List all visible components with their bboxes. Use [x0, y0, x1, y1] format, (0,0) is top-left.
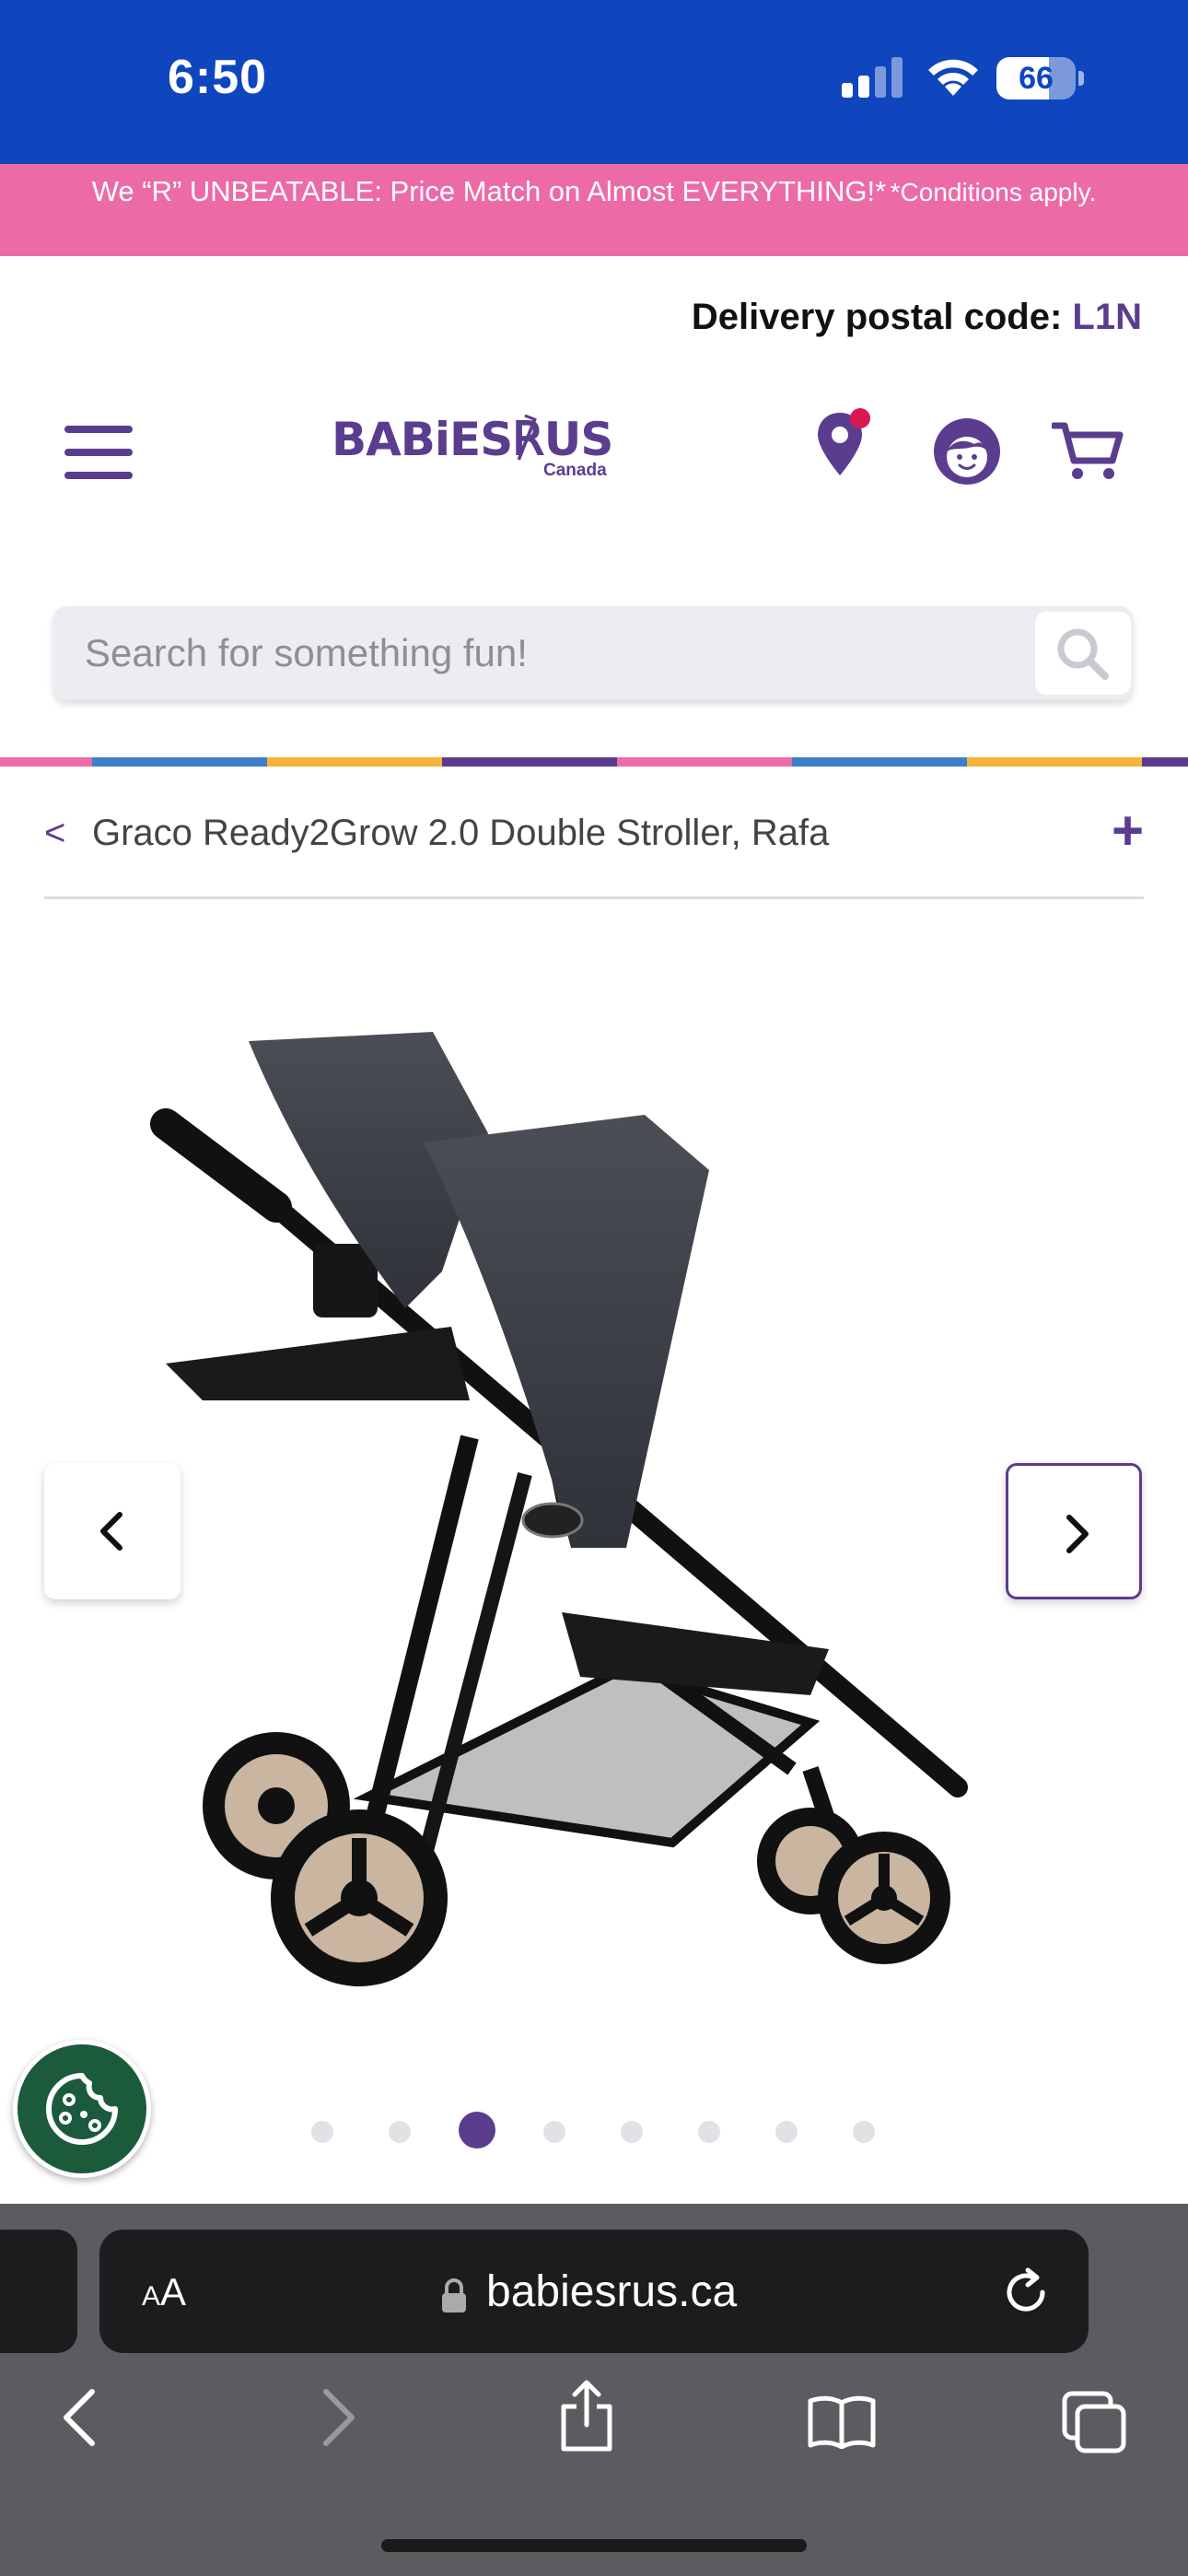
carousel-next-button[interactable] — [1006, 1463, 1142, 1599]
reload-icon[interactable] — [1000, 2266, 1052, 2318]
promo-conditions: *Conditions apply. — [890, 178, 1097, 206]
battery-icon: 66 — [996, 57, 1085, 100]
store-locator-icon[interactable] — [812, 405, 871, 483]
rainbow-segment — [967, 757, 1142, 767]
delivery-postal-code[interactable]: Delivery postal code: L1N — [692, 297, 1142, 338]
rainbow-segment — [792, 757, 967, 767]
rainbow-segment — [442, 757, 617, 767]
chevron-left-icon — [100, 1512, 122, 1551]
tabs-icon[interactable] — [1061, 2390, 1127, 2454]
logo-subtitle: Canada — [543, 461, 607, 480]
search-button[interactable] — [1035, 612, 1131, 695]
rainbow-segment — [1142, 757, 1188, 767]
promo-text: We “R” UNBEATABLE: Price Match on Almost… — [91, 175, 887, 207]
rainbow-segment — [0, 757, 92, 767]
rear-wheel-2 — [271, 1809, 448, 1986]
carousel-dot-active[interactable] — [459, 2112, 495, 2149]
chevron-right-icon — [1066, 1515, 1089, 1553]
search-input[interactable] — [85, 606, 1006, 700]
share-icon[interactable] — [556, 2379, 617, 2453]
wifi-icon — [928, 59, 978, 96]
rainbow-segment — [617, 757, 792, 767]
carousel-dot[interactable] — [698, 2121, 720, 2143]
product-title: Graco Ready2Grow 2.0 Double Stroller, Ra… — [92, 813, 830, 853]
carousel-dot[interactable] — [543, 2121, 565, 2143]
back-icon[interactable] — [59, 2388, 99, 2447]
promo-banner[interactable]: We “R” UNBEATABLE: Price Match on Almost… — [0, 164, 1188, 256]
cellular-signal-icon — [842, 57, 903, 98]
previous-tab-preview[interactable] — [0, 2230, 77, 2353]
lock-icon — [442, 2278, 466, 2313]
carousel-dot[interactable] — [389, 2121, 411, 2143]
status-bar: 6:50 66 — [0, 0, 1188, 164]
rainbow-segment — [267, 757, 442, 767]
breadcrumb: < Graco Ready2Grow 2.0 Double Stroller, … — [44, 803, 1144, 899]
rainbow-divider — [0, 757, 1188, 767]
cart-icon[interactable] — [1052, 420, 1124, 483]
rainbow-segment — [92, 757, 267, 767]
front-wheel-2 — [818, 1832, 950, 1964]
cookie-settings-button[interactable] — [13, 2040, 151, 2178]
search-icon — [1057, 628, 1109, 680]
battery-percent: 66 — [1019, 61, 1054, 96]
product-image[interactable] — [147, 1013, 1068, 2008]
babiesrus-logo[interactable]: BABiES℟US Canada — [332, 404, 613, 486]
postal-code-value: L1N — [1072, 297, 1142, 337]
menu-icon[interactable] — [64, 426, 133, 479]
cookie-icon — [46, 2073, 118, 2145]
status-time: 6:50 — [168, 51, 268, 104]
address-bar[interactable]: AA babiesrus.ca — [99, 2230, 1089, 2353]
bookmarks-icon[interactable] — [807, 2394, 877, 2449]
url-text: babiesrus.ca — [486, 2267, 738, 2316]
home-indicator — [381, 2539, 807, 2552]
carousel-prev-button[interactable] — [44, 1463, 181, 1599]
carousel-dot[interactable] — [853, 2121, 875, 2143]
delivery-label: Delivery postal code: — [691, 297, 1063, 337]
carousel-dot[interactable] — [775, 2121, 798, 2143]
carousel-dot[interactable] — [311, 2121, 333, 2143]
forward-icon[interactable] — [319, 2388, 359, 2447]
account-icon[interactable] — [932, 416, 1002, 486]
carousel-pagination — [0, 2110, 1188, 2149]
back-link[interactable]: < — [44, 813, 65, 854]
logo-text: BABiES℟US — [332, 413, 613, 466]
expand-plus-icon[interactable]: + — [1112, 803, 1144, 859]
text-size-button[interactable]: AA — [142, 2270, 186, 2314]
carousel-dot[interactable] — [621, 2121, 643, 2143]
search-bar — [53, 606, 1133, 700]
